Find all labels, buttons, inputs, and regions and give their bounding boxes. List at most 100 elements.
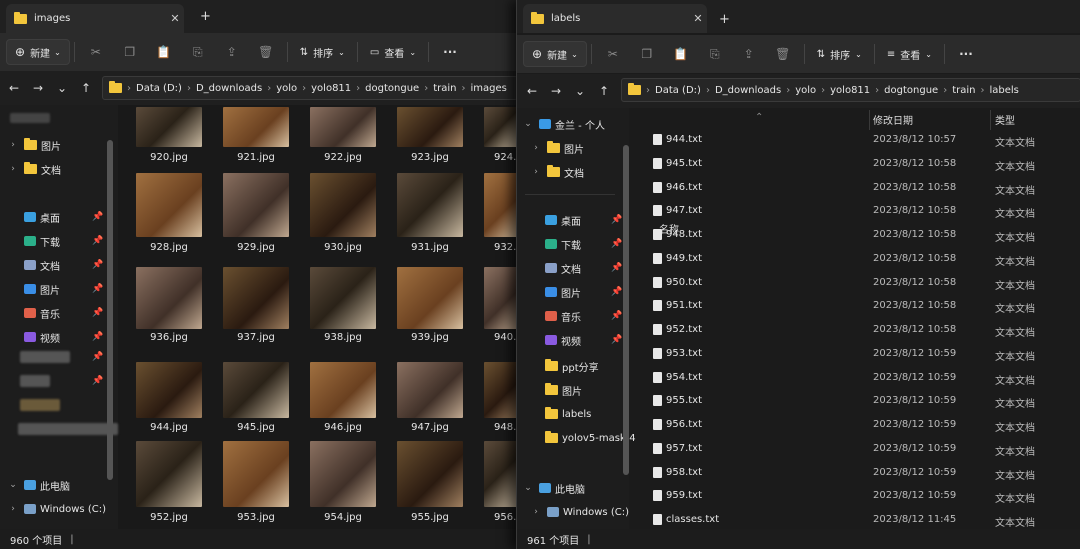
breadcrumb-item[interactable]: yolo xyxy=(795,85,816,96)
image-thumbnail[interactable] xyxy=(223,267,289,329)
sidebar-item[interactable]: 桌面 xyxy=(20,207,60,227)
thumbnail-caption[interactable]: 945.jpg xyxy=(216,422,296,433)
file-row[interactable]: 958.txt 2023/8/12 10:59 文本文档 xyxy=(635,462,1080,484)
thumbnail-caption[interactable]: 955.jpg xyxy=(390,512,470,523)
breadcrumb-item[interactable]: yolo811 xyxy=(311,83,351,94)
copy-icon[interactable]: ❐ xyxy=(630,47,664,61)
column-date[interactable]: 修改日期 xyxy=(873,108,913,130)
chevron-icon[interactable]: ⌄ xyxy=(521,119,535,129)
image-thumbnail[interactable] xyxy=(484,441,518,507)
file-row[interactable]: 945.txt 2023/8/12 10:58 文本文档 xyxy=(635,153,1080,175)
breadcrumb-item[interactable]: D_downloads xyxy=(715,85,781,96)
breadcrumb[interactable]: › Data (D:) › D_downloads › yolo › yolo811 › dogt… xyxy=(102,76,518,100)
forward-icon[interactable]: → xyxy=(544,84,568,98)
thumbnail-caption[interactable]: 939.jpg xyxy=(390,332,470,343)
rename-icon[interactable]: ⎘ xyxy=(181,45,215,60)
sidebar-item[interactable]: yolov5-mask-4 xyxy=(541,428,636,448)
file-row[interactable]: 954.txt 2023/8/12 10:59 文本文档 xyxy=(635,367,1080,389)
tab-images[interactable]: images ✕ xyxy=(6,4,184,33)
sidebar-item[interactable]: 图片 xyxy=(541,282,581,302)
sidebar-item[interactable]: 下载 xyxy=(541,234,581,254)
breadcrumb-item[interactable]: Data (D:) xyxy=(136,83,182,94)
thumbnail-caption[interactable]: 956.jpg xyxy=(494,512,518,523)
close-icon[interactable]: ✕ xyxy=(689,12,707,25)
thumbnail-caption[interactable]: 944.jpg xyxy=(129,422,209,433)
image-thumbnail[interactable] xyxy=(310,441,376,507)
sidebar-item[interactable]: 桌面 xyxy=(541,210,581,230)
file-row[interactable]: 957.txt 2023/8/12 10:59 文本文档 xyxy=(635,438,1080,460)
breadcrumb-item[interactable]: train xyxy=(433,83,456,94)
tab-labels[interactable]: labels ✕ xyxy=(523,4,707,33)
sort-button[interactable]: ⇅ 排序 ⌄ xyxy=(292,45,353,60)
thumbnail-caption[interactable]: 920.jpg xyxy=(129,152,209,163)
cut-icon[interactable]: ✂ xyxy=(596,47,630,61)
chevron-icon[interactable]: › xyxy=(6,504,20,514)
image-thumbnail[interactable] xyxy=(223,362,289,418)
file-row[interactable]: classes.txt 2023/8/12 11:45 文本文档 xyxy=(635,509,1080,531)
image-thumbnail[interactable] xyxy=(484,173,518,237)
image-thumbnail[interactable] xyxy=(397,173,463,237)
share-icon[interactable]: ⇪ xyxy=(732,47,766,61)
recent-chevron-icon[interactable]: ⌄ xyxy=(568,84,592,98)
more-icon[interactable]: ··· xyxy=(433,45,467,59)
file-row[interactable]: 959.txt 2023/8/12 10:59 文本文档 xyxy=(635,485,1080,507)
image-thumbnail[interactable] xyxy=(310,267,376,329)
back-icon[interactable]: ← xyxy=(520,84,544,98)
copy-icon[interactable]: ❐ xyxy=(113,45,147,59)
delete-icon[interactable]: 🗑 xyxy=(249,45,283,59)
image-thumbnail[interactable] xyxy=(136,362,202,418)
sidebar-item[interactable]: 图片 xyxy=(541,380,582,400)
image-thumbnail[interactable] xyxy=(310,173,376,237)
thumbnail-caption[interactable]: 954.jpg xyxy=(303,512,383,523)
file-row[interactable]: 944.txt 2023/8/12 10:57 文本文档 xyxy=(635,129,1080,151)
back-icon[interactable]: ← xyxy=(2,81,26,95)
file-row[interactable]: 952.txt 2023/8/12 10:58 文本文档 xyxy=(635,319,1080,341)
thumbnail-caption[interactable]: 952.jpg xyxy=(129,512,209,523)
image-thumbnail[interactable] xyxy=(484,267,518,329)
sidebar-item[interactable]: › 图片 xyxy=(6,135,61,155)
sidebar-item[interactable]: › 图片 xyxy=(529,138,584,158)
file-row[interactable]: 948.txt 2023/8/12 10:58 文本文档 xyxy=(635,224,1080,246)
close-icon[interactable]: ✕ xyxy=(166,12,184,25)
image-thumbnail[interactable] xyxy=(223,441,289,507)
breadcrumb-item[interactable]: Data (D:) xyxy=(655,85,701,96)
image-thumbnail[interactable] xyxy=(223,173,289,237)
thumbnail-caption[interactable]: 938.jpg xyxy=(303,332,383,343)
scrollbar[interactable] xyxy=(107,140,113,480)
thumbnail-caption[interactable]: 946.jpg xyxy=(303,422,383,433)
image-thumbnail[interactable] xyxy=(310,107,376,147)
image-thumbnail[interactable] xyxy=(397,441,463,507)
breadcrumb-item[interactable]: dogtongue xyxy=(884,85,938,96)
image-thumbnail[interactable] xyxy=(484,362,518,418)
chevron-icon[interactable]: › xyxy=(6,140,20,150)
image-thumbnail[interactable] xyxy=(397,362,463,418)
file-row[interactable]: 949.txt 2023/8/12 10:58 文本文档 xyxy=(635,248,1080,270)
new-button[interactable]: ⊕ 新建 ⌄ xyxy=(6,39,70,65)
thumbnail-caption[interactable]: 928.jpg xyxy=(129,242,209,253)
file-row[interactable]: 956.txt 2023/8/12 10:59 文本文档 xyxy=(635,414,1080,436)
file-row[interactable]: 947.txt 2023/8/12 10:58 文本文档 xyxy=(635,200,1080,222)
breadcrumb-item[interactable]: yolo811 xyxy=(830,85,870,96)
thumbnail-caption[interactable]: 948.jpg xyxy=(494,422,518,433)
paste-icon[interactable]: 📋 xyxy=(664,47,698,61)
thumbnail-caption[interactable]: 947.jpg xyxy=(390,422,470,433)
thumbnail-caption[interactable]: 923.jpg xyxy=(390,152,470,163)
cut-icon[interactable]: ✂ xyxy=(79,45,113,59)
rename-icon[interactable]: ⎘ xyxy=(698,47,732,62)
image-thumbnail[interactable] xyxy=(397,267,463,329)
image-thumbnail[interactable] xyxy=(397,107,463,147)
breadcrumb-item[interactable]: labels xyxy=(989,85,1018,96)
sidebar-item[interactable]: ppt分享 xyxy=(541,356,599,376)
thumbnail-caption[interactable]: 930.jpg xyxy=(303,242,383,253)
sidebar-item[interactable]: ⌄ 此电脑 xyxy=(521,478,585,498)
sidebar-item[interactable]: 文档 xyxy=(541,258,581,278)
file-row[interactable]: 955.txt 2023/8/12 10:59 文本文档 xyxy=(635,390,1080,412)
sidebar-item[interactable]: › 文档 xyxy=(6,159,61,179)
image-thumbnail[interactable] xyxy=(484,107,518,147)
file-row[interactable]: 953.txt 2023/8/12 10:59 文本文档 xyxy=(635,343,1080,365)
thumbnail-caption[interactable]: 931.jpg xyxy=(390,242,470,253)
breadcrumb-item[interactable]: images xyxy=(470,83,506,94)
thumbnail-caption[interactable]: 924.jpg xyxy=(494,152,518,163)
file-row[interactable]: 950.txt 2023/8/12 10:58 文本文档 xyxy=(635,272,1080,294)
image-thumbnail[interactable] xyxy=(136,441,202,507)
